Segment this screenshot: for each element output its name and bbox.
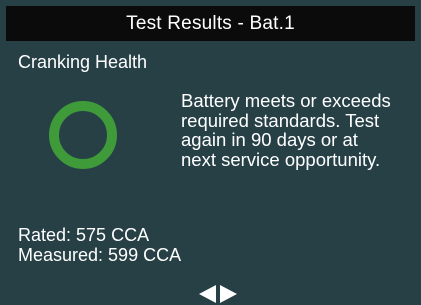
test-results-screen: Test Results - Bat.1 Cranking Health Bat…: [0, 0, 421, 305]
nav-arrows: [199, 285, 237, 303]
screen-title: Test Results - Bat.1: [126, 12, 295, 34]
arrow-left-icon[interactable]: [199, 285, 216, 303]
measured-cca: Measured: 599 CCA: [18, 245, 182, 265]
status-ring-icon: [49, 101, 117, 169]
rated-cca: Rated: 575 CCA: [18, 225, 150, 245]
title-bar: Test Results - Bat.1: [6, 6, 415, 41]
arrow-right-icon[interactable]: [220, 285, 237, 303]
section-title: Cranking Health: [18, 52, 148, 72]
result-message: Battery meets or exceeds required standa…: [181, 90, 391, 170]
